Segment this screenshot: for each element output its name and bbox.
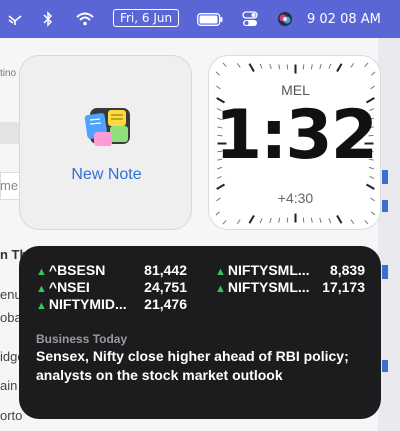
clock-tick — [364, 219, 369, 225]
background-text: me — [0, 178, 19, 193]
bluetooth-icon[interactable] — [38, 0, 58, 38]
clock-tick — [259, 63, 263, 69]
stock-symbol: NIFTYSML... — [227, 279, 310, 295]
clock-tick — [310, 64, 313, 70]
up-arrow-icon: ▲ — [36, 300, 47, 312]
clock-tick — [286, 217, 289, 223]
stock-value: 8,839 — [329, 262, 365, 278]
clock-tick — [278, 217, 281, 223]
stock-row[interactable]: ▲ NIFTYSML... — [215, 262, 310, 278]
clock-tick — [259, 218, 263, 224]
clock-tick — [222, 62, 227, 68]
stock-value: 24,751 — [144, 279, 187, 295]
clock-tick — [215, 71, 221, 76]
clock-tick — [302, 64, 305, 70]
up-arrow-icon: ▲ — [215, 283, 226, 295]
menubar-clock[interactable]: 9 02 08 AM — [307, 0, 381, 38]
menu-bar: Fri, 6 Jun 9 02 08 AM — [0, 0, 400, 38]
clock-tick — [364, 62, 369, 68]
stock-symbol: ^NSEI — [48, 279, 90, 295]
clock-tick — [216, 183, 225, 190]
clock-tick — [222, 219, 227, 225]
clock-tick — [278, 64, 281, 70]
clock-tick — [248, 63, 255, 72]
clock-time: 1:32 — [214, 96, 378, 175]
clock-tick — [336, 63, 343, 72]
news-headline[interactable]: Sensex, Nifty close higher ahead of RBI … — [36, 347, 366, 385]
clock-tick — [350, 63, 355, 68]
stock-row[interactable]: ▲ ^NSEI — [36, 279, 90, 295]
clock-tick — [369, 175, 375, 179]
stock-row[interactable]: ▲ NIFTYMID... — [36, 296, 127, 312]
clock-tick — [248, 215, 255, 224]
clock-tick — [302, 217, 305, 223]
clock-tick — [366, 183, 375, 190]
menubar-date[interactable]: Fri, 6 Jun — [113, 9, 179, 27]
new-note-widget[interactable]: New Note — [19, 55, 192, 230]
clock-tick — [236, 219, 241, 224]
clock-tick — [319, 64, 322, 70]
clock-tick — [370, 211, 376, 216]
battery-icon[interactable] — [196, 0, 224, 38]
clock-tick — [216, 175, 222, 179]
clock-tick — [269, 64, 272, 70]
background-marker — [382, 170, 388, 184]
background-marker — [382, 360, 388, 372]
control-center-icon[interactable] — [238, 0, 262, 38]
background-bar — [0, 122, 20, 144]
clock-offset: +4:30 — [277, 190, 314, 206]
clock-tick — [236, 63, 241, 68]
clock-tick — [328, 218, 332, 224]
clock-tick — [215, 211, 221, 216]
background-text: orto — [0, 408, 23, 423]
stock-value: 81,442 — [144, 262, 187, 278]
stocks-widget[interactable]: ▲ ^BSESN 81,442 ▲ ^NSEI 24,751 ▲ NIFTYMID..… — [19, 246, 381, 419]
clock-tick — [269, 217, 272, 223]
dashes-icon[interactable] — [5, 0, 25, 38]
wifi-icon[interactable] — [74, 0, 96, 38]
stock-row[interactable]: ▲ NIFTYSML... — [215, 279, 310, 295]
world-clock-widget[interactable]: MEL 1:32 +4:30 — [208, 55, 381, 230]
clock-tick — [286, 64, 289, 70]
stock-symbol: NIFTYMID... — [48, 296, 127, 312]
clock-tick — [319, 217, 322, 223]
clock-tick — [370, 71, 376, 76]
stock-value: 21,476 — [144, 296, 187, 312]
background-marker — [382, 265, 388, 279]
up-arrow-icon: ▲ — [36, 283, 47, 295]
stock-row[interactable]: ▲ ^BSESN — [36, 262, 105, 278]
background-text: ain — [0, 378, 18, 393]
up-arrow-icon: ▲ — [215, 266, 226, 278]
clock-tick — [350, 219, 355, 224]
background-marker — [382, 200, 388, 212]
clock-tick — [336, 215, 343, 224]
notes-app-icon — [82, 104, 134, 152]
stock-symbol: NIFTYSML... — [227, 262, 310, 278]
stock-value: 17,173 — [322, 279, 365, 295]
siri-icon[interactable] — [274, 0, 296, 38]
clock-tick — [310, 217, 313, 223]
new-note-label[interactable]: New Note — [20, 166, 193, 184]
stock-symbol: ^BSESN — [48, 262, 106, 278]
background-text: tino — [0, 68, 17, 79]
up-arrow-icon: ▲ — [36, 266, 47, 278]
news-source: Business Today — [36, 332, 128, 346]
clock-tick — [328, 63, 332, 69]
